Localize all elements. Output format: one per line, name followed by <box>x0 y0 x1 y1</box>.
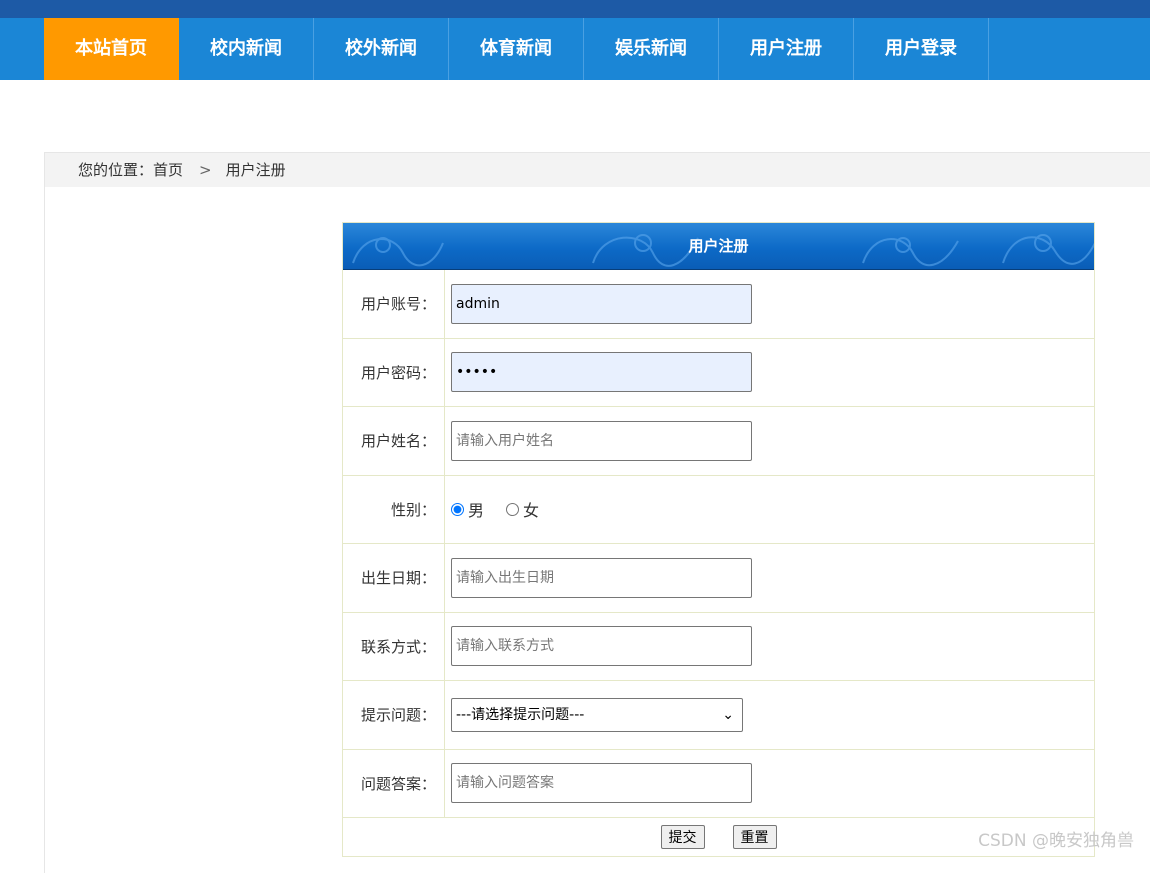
breadcrumb-prefix: 您的位置： <box>78 161 154 179</box>
breadcrumb-separator: > <box>199 161 212 179</box>
row-question: 提示问题： ---请选择提示问题--- ⌄ <box>343 681 1094 750</box>
watermark: CSDN @晚安独角兽 <box>978 831 1134 851</box>
row-password: 用户密码： <box>343 338 1094 407</box>
row-answer: 问题答案： <box>343 749 1094 818</box>
nav-item-login[interactable]: 用户登录 <box>854 18 989 80</box>
breadcrumb-current: 用户注册 <box>225 161 286 179</box>
gender-female-label[interactable]: 女 <box>523 497 539 521</box>
row-account: 用户账号： <box>343 270 1094 339</box>
main-nav: 本站首页 校内新闻 校外新闻 体育新闻 娱乐新闻 用户注册 用户登录 <box>0 18 1150 80</box>
chevron-down-icon: ⌄ <box>722 706 734 723</box>
nav-item-home[interactable]: 本站首页 <box>44 18 179 80</box>
reset-button[interactable]: 重置 <box>732 825 777 849</box>
question-select-value: ---请选择提示问题--- <box>456 706 585 723</box>
contact-input[interactable] <box>451 626 752 667</box>
form-header: 用户注册 <box>343 223 1094 270</box>
form-title: 用户注册 <box>688 237 749 255</box>
account-input[interactable] <box>451 283 752 324</box>
name-label: 用户姓名： <box>343 407 445 475</box>
answer-input[interactable] <box>451 763 752 804</box>
account-label: 用户账号： <box>343 270 445 338</box>
breadcrumb-home-link[interactable]: 首页 <box>153 161 183 179</box>
question-label: 提示问题： <box>343 681 445 749</box>
question-select[interactable]: ---请选择提示问题--- ⌄ <box>451 697 743 732</box>
nav-item-sports-news[interactable]: 体育新闻 <box>449 18 584 80</box>
row-birthday: 出生日期： <box>343 544 1094 613</box>
birthday-input[interactable] <box>451 557 752 598</box>
top-strip <box>0 0 1150 18</box>
nav-item-entertainment-news[interactable]: 娱乐新闻 <box>584 18 719 80</box>
birthday-label: 出生日期： <box>343 544 445 612</box>
gender-female-radio[interactable] <box>506 502 520 516</box>
gender-male-label[interactable]: 男 <box>468 497 484 521</box>
answer-label: 问题答案： <box>343 749 445 817</box>
breadcrumb: 您的位置：首页 > 用户注册 <box>45 153 1150 187</box>
gender-label: 性别： <box>343 475 445 543</box>
nav-item-external-news[interactable]: 校外新闻 <box>314 18 449 80</box>
submit-button[interactable]: 提交 <box>660 825 705 849</box>
contact-label: 联系方式： <box>343 612 445 680</box>
password-input[interactable] <box>451 352 752 393</box>
password-label: 用户密码： <box>343 338 445 406</box>
gender-male-radio[interactable] <box>451 502 464 516</box>
row-name: 用户姓名： <box>343 407 1094 476</box>
nav-item-register[interactable]: 用户注册 <box>719 18 854 80</box>
name-input[interactable] <box>451 420 752 461</box>
row-contact: 联系方式： <box>343 612 1094 681</box>
register-form: 用户注册 用户账号： 用户密码： 用户姓名： 性别： 男 女 出生日期： 联系方… <box>342 222 1095 857</box>
row-gender: 性别： 男 女 <box>343 475 1094 544</box>
nav-item-campus-news[interactable]: 校内新闻 <box>179 18 314 80</box>
